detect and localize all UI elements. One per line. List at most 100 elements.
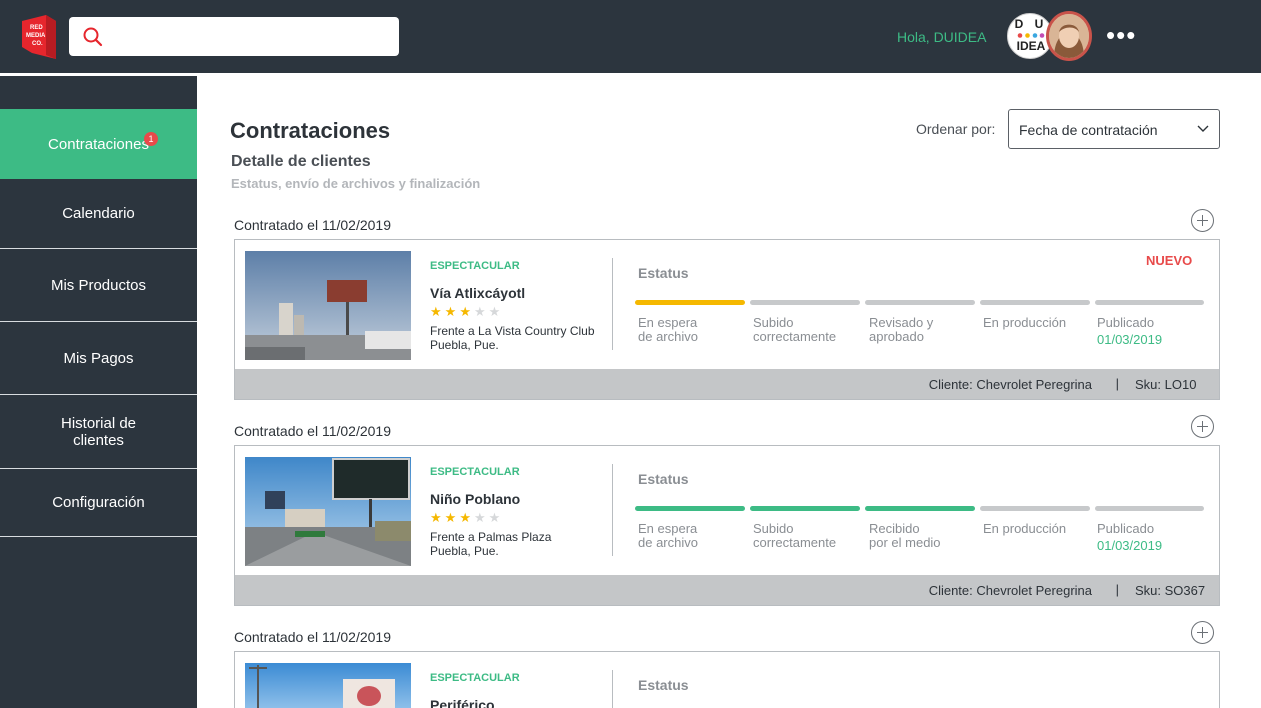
sidebar-item-label: Calendario bbox=[62, 205, 135, 222]
product-category: ESPECTACULAR bbox=[430, 672, 520, 684]
status-title: Estatus bbox=[638, 677, 689, 693]
contract-date: Contratado el 11/02/2019 bbox=[234, 217, 391, 233]
notification-badge: 1 bbox=[144, 132, 158, 146]
chevron-down-icon bbox=[1197, 125, 1209, 132]
section-description: Estatus, envío de archivos y finalizació… bbox=[231, 176, 481, 191]
address-line-2: Puebla, Pue. bbox=[430, 544, 499, 558]
status-step-bar bbox=[980, 506, 1090, 511]
rating-stars: ★★★★★ bbox=[430, 304, 503, 320]
sidebar: Contrataciones 1 Calendario Mis Producto… bbox=[0, 76, 197, 708]
star-empty-icon: ★ bbox=[473, 510, 489, 525]
sidebar-item-label: Historial de clientes bbox=[60, 414, 137, 449]
sidebar-item-mis-pagos[interactable]: Mis Pagos bbox=[0, 322, 197, 395]
sidebar-item-contrataciones[interactable]: Contrataciones 1 bbox=[0, 109, 197, 179]
search-icon bbox=[83, 27, 103, 47]
color-dots-icon bbox=[1017, 33, 1045, 38]
contract-date: Contratado el 11/02/2019 bbox=[234, 629, 391, 645]
card-divider bbox=[612, 258, 613, 350]
card-footer: Cliente: Chevrolet Peregrina | Sku: SO36… bbox=[235, 575, 1219, 605]
star-filled-icon: ★ bbox=[459, 510, 474, 525]
status-step-label: En producción bbox=[983, 315, 1067, 330]
contract-card: ESPECTACULAR Vía Atlixcáyotl ★★★★★ Frent… bbox=[234, 239, 1220, 400]
star-filled-icon: ★ bbox=[430, 304, 445, 319]
publish-date: 01/03/2019 bbox=[1097, 332, 1163, 347]
add-icon[interactable] bbox=[1191, 621, 1214, 644]
status-step-label: Publicado bbox=[1097, 521, 1155, 536]
product-name: Vía Atlixcáyotl bbox=[430, 285, 526, 301]
sidebar-item-label: Mis Pagos bbox=[63, 349, 134, 367]
card-divider bbox=[612, 464, 613, 556]
sort-select[interactable]: Fecha de contratación bbox=[1008, 109, 1220, 149]
card-divider bbox=[612, 670, 613, 708]
star-filled-icon: ★ bbox=[444, 510, 460, 525]
footer-separator: | bbox=[1115, 582, 1119, 597]
product-name: Niño Poblano bbox=[430, 491, 521, 507]
contract-card: ESPECTACULAR Periférico Estatus bbox=[234, 651, 1220, 708]
footer-separator: | bbox=[1115, 376, 1119, 391]
status-step-bar bbox=[1095, 300, 1204, 305]
star-empty-icon: ★ bbox=[488, 304, 504, 319]
search-input[interactable] bbox=[69, 17, 399, 56]
sidebar-item-mis-productos[interactable]: Mis Productos bbox=[0, 249, 197, 322]
svg-text:CO.: CO. bbox=[32, 41, 43, 47]
status-step-bar bbox=[865, 506, 975, 511]
status-step-bar bbox=[1095, 506, 1204, 511]
product-address: Frente a La Vista Country Club Puebla, P… bbox=[430, 324, 595, 352]
status-step-bar bbox=[980, 300, 1090, 305]
product-category: ESPECTACULAR bbox=[430, 466, 520, 478]
sidebar-item-label: Configuración bbox=[52, 494, 145, 511]
user-avatar[interactable] bbox=[1046, 11, 1092, 61]
billboard-photo bbox=[245, 457, 411, 566]
status-step-label: Publicado bbox=[1097, 315, 1155, 330]
status-step-bar bbox=[750, 506, 860, 511]
status-step-label: En espera de archivo bbox=[638, 521, 698, 550]
contract-date: Contratado el 11/02/2019 bbox=[234, 423, 391, 439]
svg-text:MEDIA: MEDIA bbox=[26, 33, 46, 39]
page-title: Contrataciones bbox=[230, 118, 391, 143]
status-step-bar bbox=[750, 300, 860, 305]
more-options-icon[interactable]: ••• bbox=[1106, 20, 1146, 50]
sidebar-item-historial-de-clientes[interactable]: Historial de clientes bbox=[0, 395, 197, 469]
product-name: Periférico bbox=[430, 697, 495, 708]
contract-card: ESPECTACULAR Niño Poblano ★★★★★ Frente a… bbox=[234, 445, 1220, 606]
product-category: ESPECTACULAR bbox=[430, 260, 520, 272]
status-step-label: Subido correctamente bbox=[753, 521, 837, 550]
top-bar: RED MEDIA CO. Hola, DUIDEA D U IDEA ••• bbox=[0, 0, 1261, 73]
star-filled-icon: ★ bbox=[430, 510, 445, 525]
status-step-label: Revisado y aprobado bbox=[869, 315, 934, 344]
sku-code: Sku: LO10 bbox=[1135, 377, 1197, 392]
new-tag: NUEVO bbox=[1146, 253, 1193, 268]
star-empty-icon: ★ bbox=[473, 304, 489, 319]
sort-select-value: Fecha de contratación bbox=[1019, 122, 1158, 138]
billboard-photo bbox=[245, 251, 411, 360]
red-media-logo[interactable]: RED MEDIA CO. bbox=[22, 15, 56, 59]
status-step-bar bbox=[635, 506, 745, 511]
status-step-label: En espera de archivo bbox=[638, 315, 698, 344]
svg-text:RED: RED bbox=[30, 25, 43, 31]
sidebar-item-label: Contrataciones bbox=[48, 135, 149, 153]
product-address: Frente a Palmas Plaza Puebla, Pue. bbox=[430, 530, 551, 558]
address-line-2: Puebla, Pue. bbox=[430, 338, 499, 352]
status-step-bar bbox=[865, 300, 975, 305]
address-line-1: Frente a La Vista Country Club bbox=[430, 324, 595, 338]
status-title: Estatus bbox=[638, 265, 689, 281]
add-icon[interactable] bbox=[1191, 209, 1214, 232]
section-subtitle: Detalle de clientes bbox=[231, 153, 371, 170]
user-greeting: Hola, DUIDEA bbox=[897, 29, 987, 45]
status-title: Estatus bbox=[638, 471, 689, 487]
sku-code: Sku: SO367 bbox=[1135, 583, 1206, 598]
billboard-photo bbox=[245, 663, 411, 708]
card-footer: Cliente: Chevrolet Peregrina | Sku: LO10 bbox=[235, 369, 1219, 399]
sort-label: Ordenar por: bbox=[916, 121, 996, 137]
client-name: Cliente: Chevrolet Peregrina bbox=[928, 583, 1092, 598]
publish-date: 01/03/2019 bbox=[1097, 538, 1163, 553]
status-step-bar bbox=[635, 300, 745, 305]
address-line-1: Frente a Palmas Plaza bbox=[430, 530, 552, 544]
status-step-label: En producción bbox=[983, 521, 1067, 536]
sidebar-item-configuracion[interactable]: Configuración bbox=[0, 469, 197, 537]
status-step-label: Recibido por el medio bbox=[869, 521, 941, 550]
add-icon[interactable] bbox=[1191, 415, 1214, 438]
status-step-label: Subido correctamente bbox=[753, 315, 837, 344]
rating-stars: ★★★★★ bbox=[430, 510, 503, 526]
sidebar-item-calendario[interactable]: Calendario bbox=[0, 179, 197, 249]
